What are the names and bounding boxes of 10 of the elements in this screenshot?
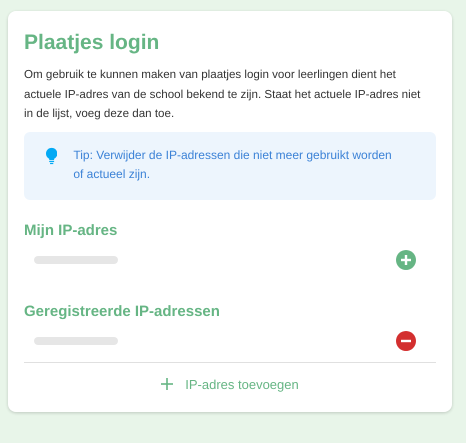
plus-icon <box>400 254 412 266</box>
lightbulb-icon <box>46 146 58 166</box>
remove-button[interactable] <box>396 330 416 350</box>
section-heading: Mijn IP-adres <box>24 222 118 238</box>
intro-text: Om gebruik te kunnen maken van plaatjes login voor leerlingen dient het actuele IP-adres van de school bekend te zijn. Staat het actuele IP-adres niet in de lijst, voeg deze dan toe. <box>24 67 422 122</box>
plus-icon <box>161 378 174 390</box>
section-heading: Geregistreerde IP-adressen <box>24 302 221 320</box>
tip-text: Tip: Verwijder de IP-adressen die niet meer gebruikt worden of actueel zijn. <box>73 146 393 182</box>
add-ip-button[interactable]: IP-adres toevoegen <box>153 372 307 396</box>
page-title: Plaatjes login <box>24 31 160 55</box>
